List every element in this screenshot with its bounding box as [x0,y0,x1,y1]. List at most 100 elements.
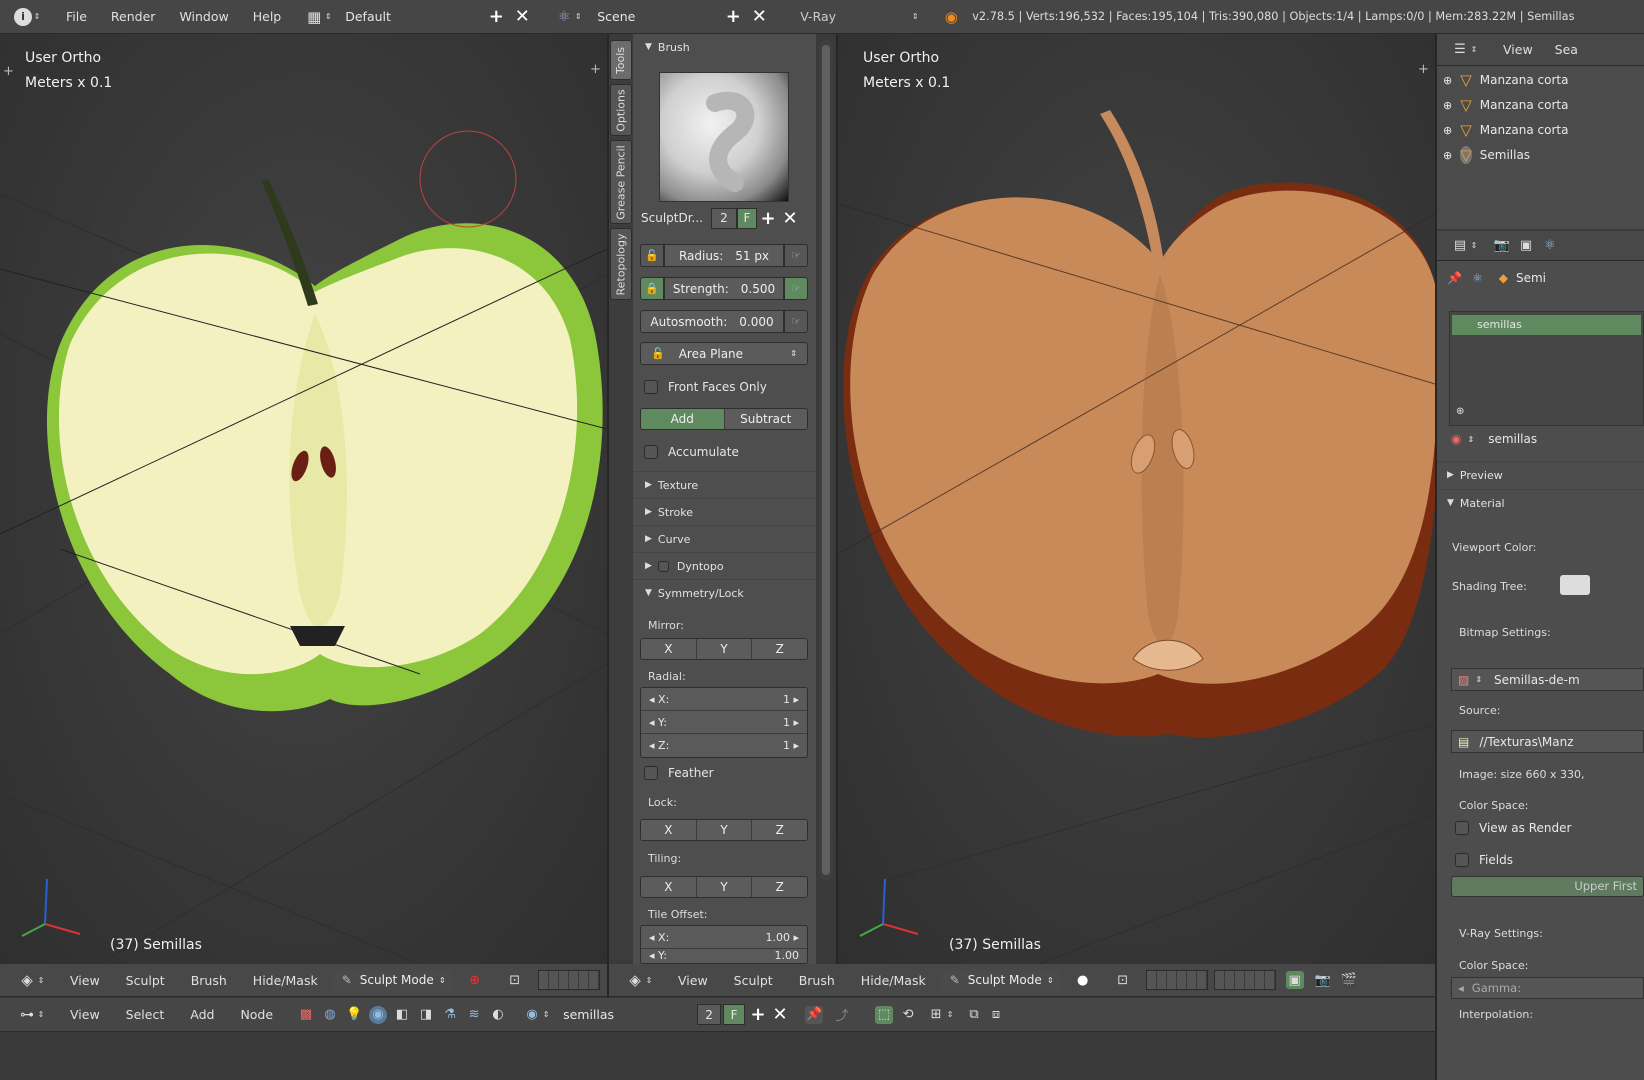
texture-section[interactable]: ▶ Texture [633,471,816,498]
node-copy-icon[interactable]: ⧉ [965,1006,983,1024]
accumulate-checkbox[interactable] [644,444,658,459]
radial-x-field[interactable]: ◂ X: 1 ▸ [641,688,807,711]
preview-section[interactable]: ▶ Preview [1437,461,1644,488]
add-scene-button[interactable]: + [722,6,744,27]
tab-options[interactable]: Options [610,84,632,136]
view-as-render-checkbox[interactable] [1455,821,1469,835]
screen-layout-icon[interactable]: ▦ [305,8,323,26]
texture-paint-icon[interactable]: ▣ [1285,971,1304,989]
viewport-right[interactable]: User Ortho Meters x 0.1 + (37) Semillas [838,34,1435,964]
autosmooth-slider[interactable]: Autosmooth: 0.000 [640,310,784,333]
node-snap-icon[interactable]: ⊞ [927,1006,945,1024]
right-pivot-icon[interactable]: ⊡ [1114,971,1132,989]
pin-icon[interactable]: 📌 [1447,271,1462,285]
tiling-y-button[interactable]: Y [696,876,753,897]
outliner-menu-view[interactable]: View [1493,42,1543,57]
strength-slider[interactable]: Strength: 0.500 [664,277,784,300]
image-path[interactable]: //Texturas\Manz [1479,735,1573,749]
area-divider-left[interactable] [607,34,609,998]
node-material-fake[interactable]: F [723,1004,746,1025]
info-icon[interactable]: i [14,7,32,26]
radius-pressure-icon[interactable]: ☞ [784,244,808,267]
node-unlink-material-button[interactable]: ✕ [769,1004,791,1025]
screen-layout-name[interactable]: Default [345,9,485,24]
scene-tab-icon[interactable]: ⚛ [1541,237,1559,255]
shading-tree-button[interactable] [1560,575,1590,595]
node-editor-icon[interactable]: ⊶ [18,1006,36,1024]
right-menu-brush[interactable]: Brush [789,973,845,988]
node-material-slot-icon[interactable]: ◉ [523,1006,541,1024]
outliner-item-1[interactable]: ⊕ ▽ Manzana corta [1443,71,1568,89]
bitmap-name-row[interactable]: ▨ ⇕ Semillas-de-m [1451,668,1644,691]
tiling-x-button[interactable]: X [641,876,697,897]
new-brush-button[interactable]: + [757,208,779,229]
render-tab-icon[interactable]: 📷 [1493,237,1511,255]
strength-lock-icon[interactable]: 🔒 [640,277,664,300]
upper-first-button[interactable]: Upper First [1451,876,1644,897]
outliner-item-3[interactable]: ⊕ ▽ Manzana corta [1443,121,1568,139]
properties-editor-icon[interactable]: ▤ [1451,237,1469,255]
node-material-name[interactable]: semillas [563,1007,697,1022]
node-lamp-icon[interactable]: 💡 [345,1006,363,1024]
node-new-material-button[interactable]: + [747,1004,769,1025]
node-menu-view[interactable]: View [60,1007,110,1022]
view3d-editor-icon-right[interactable]: ◈ [626,971,644,989]
node-menu-select[interactable]: Select [116,1007,175,1022]
area-divider-right[interactable] [1435,34,1437,1080]
node-menu-node[interactable]: Node [230,1007,283,1022]
node-menu-add[interactable]: Add [180,1007,224,1022]
node-snap-arrows-icon[interactable]: ⇕ [945,1006,955,1024]
feather-checkbox[interactable] [644,765,658,780]
brush-preview[interactable] [659,72,789,202]
menu-window[interactable]: Window [169,9,238,24]
right-layers-icon[interactable] [1145,970,1208,990]
fields-row[interactable]: Fields [1455,853,1513,867]
lock-z-button[interactable]: Z [752,819,807,840]
delete-scene-button[interactable]: ✕ [748,6,770,27]
accumulate-row[interactable]: Accumulate [640,440,808,463]
outliner-editor-icon[interactable]: ☰ [1451,41,1469,59]
menu-help[interactable]: Help [243,9,292,24]
radial-y-field[interactable]: ◂ Y: 1 ▸ [641,711,807,734]
node-material-slot-arrows-icon[interactable]: ⇕ [541,1006,551,1024]
expand-icon[interactable]: ⊕ [1443,124,1452,137]
outliner-editor-arrows-icon[interactable]: ⇕ [1469,41,1479,59]
clapper-icon[interactable]: 🎬 [1340,971,1358,989]
left-menu-view[interactable]: View [60,973,110,988]
expand-icon[interactable]: ⊕ [1443,149,1452,162]
outliner-item-2[interactable]: ⊕ ▽ Manzana corta [1443,96,1568,114]
left-mode-select[interactable]: ✎ Sculpt Mode ⇕ [333,969,454,991]
area-divider-mid[interactable] [836,34,838,964]
render-engine-arrows-icon[interactable]: ⇕ [910,8,920,26]
view3d-editor-arrows-icon-right[interactable]: ⇕ [644,971,654,989]
tile-offset-y-field[interactable]: ◂ Y: 1.00 [641,949,807,963]
slot-add-icon[interactable]: ⊕ [1456,406,1464,417]
brush-fake-user[interactable]: F [737,207,757,229]
tab-retopology[interactable]: Retopology [610,228,632,300]
camera-render-icon[interactable]: 📷 [1314,971,1332,989]
brush-panel-header[interactable]: ▼ Brush [633,34,816,60]
material-name[interactable]: semillas [1488,432,1537,446]
node-editor-arrows-icon[interactable]: ⇕ [36,1006,46,1024]
material-name-row[interactable]: ◉ ⇕ semillas [1451,432,1537,446]
right-layers-icon-2[interactable] [1213,970,1276,990]
front-faces-checkbox[interactable] [644,379,658,394]
radius-slider[interactable]: Radius: 51 px [664,244,784,267]
tiling-z-button[interactable]: Z [752,876,807,897]
right-mode-select[interactable]: ✎ Sculpt Mode ⇕ [941,969,1062,991]
right-shading-solid-icon[interactable]: ● [1074,971,1092,989]
mirror-y-button[interactable]: Y [696,638,753,659]
add-screen-button[interactable]: + [485,6,507,27]
dyntopo-checkbox[interactable] [657,560,669,572]
context-object[interactable]: Semi [1516,271,1546,285]
tab-grease-pencil[interactable]: Grease Pencil [610,140,632,224]
node-auto-offset-icon[interactable]: ⟲ [899,1006,917,1024]
node-sphere-icon[interactable]: ◐ [489,1006,507,1024]
left-shading-icon[interactable]: ⊕ [466,971,484,989]
menu-render[interactable]: Render [101,9,166,24]
view3d-editor-arrows-icon[interactable]: ⇕ [36,971,46,989]
stroke-section[interactable]: ▶ Stroke [633,498,816,525]
outliner-search[interactable]: Sea [1545,42,1588,57]
render-engine-select[interactable]: V-Ray [800,9,910,24]
add-button[interactable]: Add [641,408,725,429]
